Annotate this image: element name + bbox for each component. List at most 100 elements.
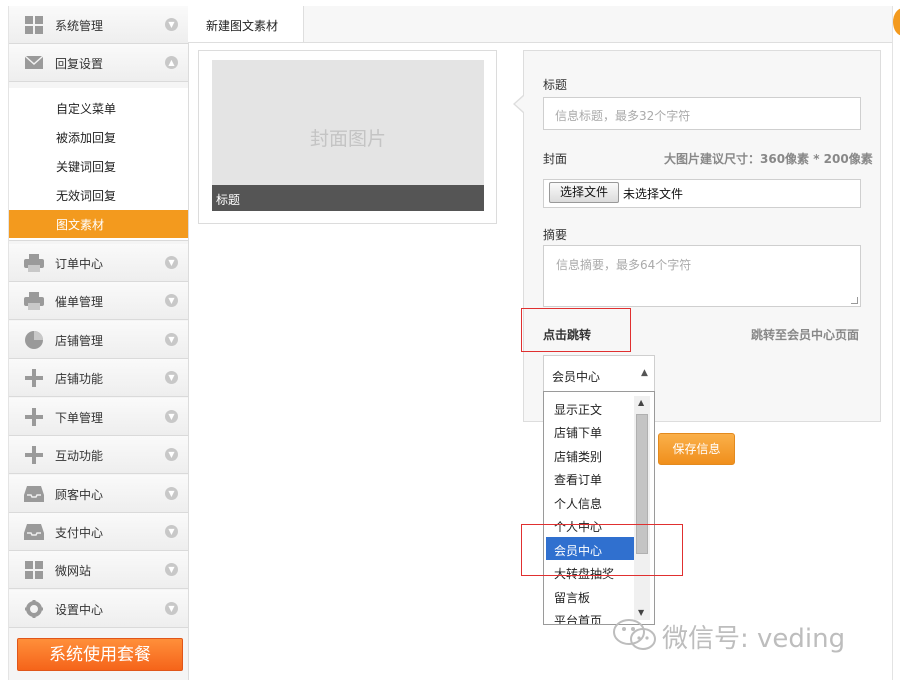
dropdown-option[interactable]: 店铺类别 <box>546 443 634 466</box>
sidebar-item-settings[interactable]: 设置中心 ▼ <box>9 590 188 628</box>
panel-pointer-inner <box>515 96 524 112</box>
inbox-icon <box>24 524 44 540</box>
sidebar-item-interactive[interactable]: 互动功能 ▼ <box>9 436 188 474</box>
dropdown-option-label: 查看订单 <box>554 473 603 487</box>
save-button[interactable]: 保存信息 <box>658 433 735 465</box>
submenu-item-news-material[interactable]: 图文素材 <box>9 210 188 238</box>
tab-label: 新建图文素材 <box>206 19 279 33</box>
preview-title-text: 标题 <box>216 193 241 207</box>
caret-up-icon: ▲ <box>641 368 648 378</box>
dropdown-option[interactable]: 个人信息 <box>546 490 634 513</box>
chevron-down-icon: ▼ <box>165 602 178 615</box>
wechat-logo-icon <box>613 619 656 650</box>
content-border <box>892 6 893 680</box>
cover-placeholder-text: 封面图片 <box>309 128 386 150</box>
submenu-item-invalid-reply[interactable]: 无效词回复 <box>9 181 188 209</box>
chevron-down-icon: ▼ <box>165 256 178 269</box>
sidebar-item-label: 回复设置 <box>55 57 104 71</box>
dropdown-option[interactable]: 显示正文 <box>546 396 634 419</box>
cover-label: 封面 <box>543 152 568 166</box>
sidebar-item-orders[interactable]: 订单中心 ▼ <box>9 244 188 282</box>
reply-submenu: 自定义菜单 被添加回复 关键词回复 无效词回复 图文素材 <box>9 88 188 241</box>
sidebar-item-label: 下单管理 <box>55 411 104 425</box>
envelope-icon <box>24 55 44 69</box>
chevron-down-icon: ▼ <box>165 18 178 31</box>
sidebar-item-label: 催单管理 <box>55 295 104 309</box>
chevron-down-icon: ▼ <box>165 487 178 500</box>
scroll-up-icon[interactable]: ▲ <box>638 398 644 407</box>
dropdown-option[interactable]: 店铺下单 <box>546 419 634 442</box>
tab-new-news-material[interactable]: 新建图文素材 <box>188 6 304 42</box>
tab-bar: 新建图文素材 <box>188 6 892 43</box>
chevron-down-icon: ▼ <box>165 410 178 423</box>
dropdown-option-label: 店铺下单 <box>554 426 603 440</box>
printer-icon <box>24 254 44 272</box>
highlight-box-jump-label <box>521 308 631 352</box>
title-label: 标题 <box>543 78 568 92</box>
summary-textarea[interactable]: 信息摘要，最多64个字符 <box>543 245 861 307</box>
submenu-item-label: 关键词回复 <box>56 160 117 174</box>
dropdown-option-label: 显示正文 <box>554 403 603 417</box>
submenu-item-label: 无效词回复 <box>56 189 117 203</box>
sidebar-item-reminders[interactable]: 催单管理 ▼ <box>9 282 188 320</box>
preview-title-bar: 标题 <box>212 185 484 211</box>
summary-placeholder: 信息摘要，最多64个字符 <box>556 258 692 272</box>
sidebar-item-label: 微网站 <box>55 564 92 578</box>
submenu-item-follow-reply[interactable]: 被添加回复 <box>9 123 188 151</box>
chevron-down-icon: ▼ <box>165 525 178 538</box>
wechat-watermark: 微信号: veding <box>612 616 882 656</box>
sidebar-item-label: 店铺管理 <box>55 334 104 348</box>
chevron-down-icon: ▼ <box>165 563 178 576</box>
sidebar-item-label: 系统管理 <box>55 19 104 33</box>
sidebar-item-label: 店铺功能 <box>55 372 104 386</box>
gear-icon <box>25 600 43 618</box>
sidebar-item-label: 顾客中心 <box>55 488 104 502</box>
plus-icon <box>25 446 43 464</box>
jump-target-hint: 跳转至会员中心页面 <box>751 328 860 342</box>
resize-grip-icon[interactable] <box>851 297 858 304</box>
plus-icon <box>25 369 43 387</box>
chevron-down-icon: ▼ <box>165 333 178 346</box>
summary-label: 摘要 <box>543 228 568 242</box>
sidebar-item-label: 订单中心 <box>55 257 104 271</box>
dropdown-option-label: 平台首页 <box>554 614 603 625</box>
chevron-down-icon: ▼ <box>165 448 178 461</box>
submenu-item-label: 图文素材 <box>56 218 105 232</box>
dropdown-option[interactable]: 查看订单 <box>546 466 634 489</box>
chevron-down-icon: ▼ <box>165 294 178 307</box>
chevron-up-icon: ▲ <box>165 56 178 69</box>
sidebar-item-store-management[interactable]: 店铺管理 ▼ <box>9 321 188 359</box>
sidebar-item-payment-center[interactable]: 支付中心 ▼ <box>9 513 188 551</box>
title-input[interactable]: 信息标题，最多32个字符 <box>543 97 861 130</box>
pie-chart-icon <box>25 331 43 349</box>
sidebar-item-customer-center[interactable]: 顾客中心 ▼ <box>9 475 188 513</box>
submenu-item-keyword-reply[interactable]: 关键词回复 <box>9 152 188 180</box>
printer-icon <box>24 292 44 310</box>
sidebar-item-order-management[interactable]: 下单管理 ▼ <box>9 398 188 436</box>
dropdown-option-label: 留言板 <box>554 591 591 605</box>
dropdown-scrollbar[interactable]: ▲ ▼ <box>634 396 650 620</box>
corner-badge <box>893 8 900 36</box>
sidebar-item-microsite[interactable]: 微网站 ▼ <box>9 551 188 589</box>
sidebar-item-label: 支付中心 <box>55 526 104 540</box>
jump-target-select[interactable]: 会员中心 ▲ <box>543 355 655 391</box>
sidebar-item-store-features[interactable]: 店铺功能 ▼ <box>9 359 188 397</box>
sidebar-item-reply-settings[interactable]: 回复设置 ▲ <box>9 44 188 82</box>
highlight-box-selected-option <box>521 524 683 576</box>
dropdown-option[interactable]: 留言板 <box>546 584 634 607</box>
submenu-item-custom-menu[interactable]: 自定义菜单 <box>9 94 188 122</box>
sidebar-item-label: 设置中心 <box>55 603 104 617</box>
watermark-text: 微信号: veding <box>662 624 846 654</box>
submenu-item-label: 被添加回复 <box>56 131 117 145</box>
choose-file-button[interactable]: 选择文件 <box>549 182 619 203</box>
plus-icon <box>25 408 43 426</box>
dropdown-option-label: 店铺类别 <box>554 450 603 464</box>
dropdown-option-label: 个人信息 <box>554 497 603 511</box>
grid-icon <box>25 561 43 579</box>
news-preview-card: 封面图片 标题 <box>198 50 497 224</box>
sidebar-item-system[interactable]: 系统管理 ▼ <box>9 6 188 44</box>
cover-size-hint: 大图片建议尺寸：360像素 * 200像素 <box>664 152 873 166</box>
submenu-item-label: 自定义菜单 <box>56 102 117 116</box>
system-plan-button[interactable]: 系统使用套餐 <box>17 638 183 671</box>
title-placeholder: 信息标题，最多32个字符 <box>555 109 691 123</box>
